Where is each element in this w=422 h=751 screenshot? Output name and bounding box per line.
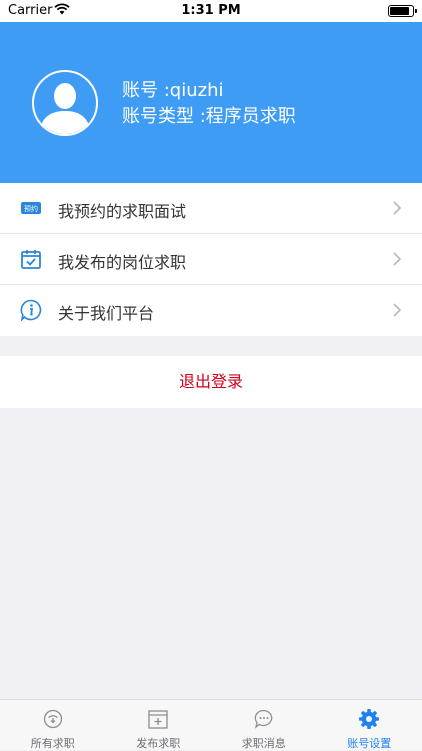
tab-label: 所有求职 (0, 735, 106, 751)
tab-messages[interactable]: 求职消息 (211, 700, 317, 750)
tab-label: 账号设置 (317, 735, 422, 751)
gear-icon (358, 708, 380, 730)
menu-item-about[interactable]: 关于我们平台 (0, 285, 422, 336)
post-job-icon (147, 708, 169, 730)
menu-item-label: 我发布的岗位求职 (58, 249, 186, 273)
menu-item-my-posts[interactable]: 我发布的岗位求职 (0, 234, 422, 285)
profile-header: 账号 :qiuzhi 账号类型 :程序员求职 (0, 22, 422, 183)
user-silhouette-icon (34, 72, 96, 134)
tab-label: 求职消息 (211, 735, 317, 751)
tab-post-job[interactable]: 发布求职 (106, 700, 212, 750)
battery-fill (390, 7, 409, 15)
logout-button[interactable]: 退出登录 (0, 356, 422, 408)
account-type: 账号类型 :程序员求职 (122, 102, 296, 128)
menu-item-label: 关于我们平台 (58, 300, 154, 324)
tab-account-settings[interactable]: 账号设置 (317, 700, 422, 750)
status-bar: Carrier 1:31 PM (0, 0, 422, 22)
account-name: 账号 :qiuzhi (122, 76, 223, 102)
avatar[interactable] (32, 70, 98, 136)
menu-item-my-interviews[interactable]: 预约 我预约的求职面试 (0, 183, 422, 234)
chevron-right-icon (392, 302, 402, 318)
tab-all-jobs[interactable]: 所有求职 (0, 700, 106, 750)
tab-label: 发布求职 (106, 735, 212, 751)
all-jobs-icon (42, 708, 64, 730)
chevron-right-icon (392, 251, 402, 267)
message-icon (253, 708, 275, 730)
tab-bar: 所有求职 发布求职 求职消息 账号设 (0, 699, 422, 750)
chevron-right-icon (392, 200, 402, 216)
svg-text:预约: 预约 (24, 204, 38, 213)
settings-menu: 预约 我预约的求职面试 我发布的岗位求职 关于我们平台 (0, 183, 422, 336)
menu-item-label: 我预约的求职面试 (58, 198, 186, 222)
battery-icon (388, 5, 414, 17)
appointment-icon: 预约 (20, 197, 42, 219)
status-time: 1:31 PM (0, 3, 422, 18)
calendar-check-icon (20, 248, 42, 270)
info-icon (20, 299, 42, 321)
